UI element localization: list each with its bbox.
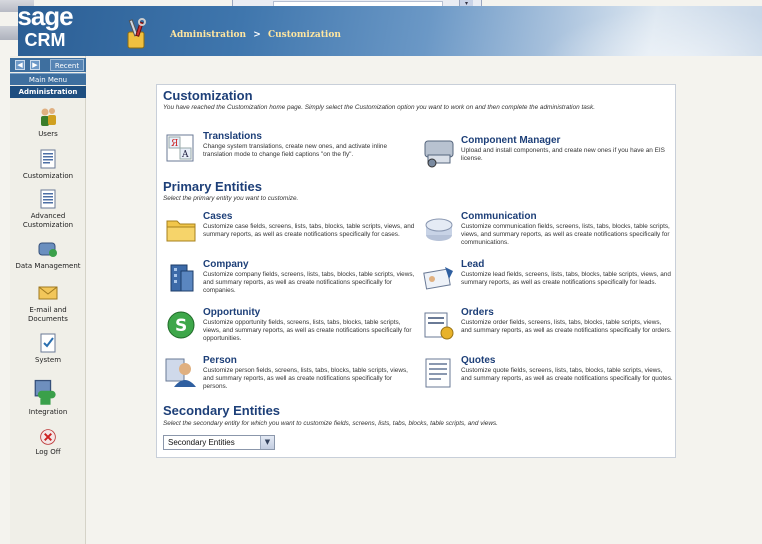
customization-icon [40, 149, 56, 169]
translations-title[interactable]: Translations [203, 131, 262, 142]
sidebar-item-data-management[interactable]: Data Management [10, 238, 86, 271]
right-arrow-icon[interactable]: ▶ [30, 60, 40, 70]
advanced-customization-icon [40, 189, 56, 209]
tools-icon [127, 18, 146, 49]
entity-title[interactable]: Cases [203, 211, 232, 222]
logoff-icon [40, 429, 56, 445]
sidebar-item-label: Advanced Customization [22, 212, 74, 229]
entity-desc: Customize order fields, screens, lists, … [461, 319, 672, 334]
header-sheen [538, 6, 762, 56]
svg-text:Я: Я [171, 139, 178, 149]
sidebar-item-customization[interactable]: Customization [10, 148, 86, 181]
users-icon [41, 108, 56, 126]
entity-desc: Customize lead fields, screens, lists, t… [461, 271, 671, 286]
secondary-entities-value: Secondary Entities [168, 438, 235, 447]
breadcrumb-administration[interactable]: Administration [170, 30, 246, 40]
sidebar-item-advanced-customization[interactable]: Advanced Customization [10, 188, 86, 230]
header-bar: Administration > Customization [18, 6, 762, 56]
component-manager-icon [424, 140, 454, 168]
sidebar-item-label: Log Off [35, 448, 61, 456]
quotes-icon [425, 358, 451, 388]
communication-icon [425, 218, 453, 241]
customization-heading: Customization [163, 88, 253, 103]
integration-icon [34, 379, 56, 405]
entity-desc: Customize communication fields, screens,… [461, 223, 670, 246]
sidebar-item-logoff[interactable]: Log Off [10, 428, 86, 457]
component-manager-title[interactable]: Component Manager [461, 135, 560, 146]
primary-entities-heading: Primary Entities [163, 179, 262, 194]
administration-button[interactable]: Administration [10, 86, 86, 98]
sidebar-item-label: E-mail and Documents [28, 306, 68, 323]
nav-row: ◀ ▶ Recent [10, 58, 86, 72]
sidebar: ◀ ▶ Recent Main Menu Administration User… [10, 56, 86, 544]
entity-title[interactable]: Quotes [461, 355, 495, 366]
sidebar-item-label: Data Management [15, 262, 81, 270]
entity-title[interactable]: Company [203, 259, 249, 270]
entity-title[interactable]: Opportunity [203, 307, 260, 318]
cases-folder-icon [166, 220, 196, 242]
component-manager-desc: Upload and install components, and creat… [461, 147, 665, 162]
customization-intro: You have reached the Customization home … [163, 104, 595, 111]
entity-title[interactable]: Communication [461, 211, 537, 222]
entity-title[interactable]: Orders [461, 307, 494, 318]
entity-desc: Customize opportunity fields, screens, l… [203, 319, 412, 342]
recent-button[interactable]: Recent [50, 59, 84, 71]
system-icon [40, 333, 56, 353]
sidebar-item-system[interactable]: System [10, 332, 86, 365]
svg-text:S: S [175, 316, 187, 336]
opportunity-dollar-icon: S [167, 311, 195, 339]
main-menu-button[interactable]: Main Menu [10, 73, 86, 85]
breadcrumb-customization[interactable]: Customization [268, 30, 341, 40]
svg-text:A: A [181, 150, 189, 160]
customization-panel: Customization You have reached the Custo… [156, 84, 676, 458]
sidebar-item-email[interactable]: E-mail and Documents [10, 282, 86, 324]
entity-desc: Customize person fields, screens, lists,… [203, 367, 408, 390]
sidebar-item-users[interactable]: Users [10, 106, 86, 139]
company-building-icon [170, 264, 194, 292]
sidebar-item-label: System [34, 356, 62, 364]
lead-card-icon [423, 267, 453, 290]
translations-desc: Change system translations, create new o… [203, 143, 388, 158]
sidebar-item-label: Integration [28, 408, 68, 416]
sidebar-item-label: Customization [22, 172, 74, 180]
primary-entities-intro: Select the primary entity you want to cu… [163, 195, 299, 202]
entity-title[interactable]: Person [203, 355, 237, 366]
logo-crm-text: CRM [24, 30, 66, 50]
breadcrumb: Administration > Customization [170, 30, 341, 40]
secondary-entities-select[interactable]: Secondary Entities ▼ [163, 435, 275, 450]
entity-title[interactable]: Lead [461, 259, 484, 270]
logo-sage-text: sage [17, 1, 73, 31]
email-icon [38, 286, 58, 300]
entity-desc: Customize case fields, screens, lists, t… [203, 223, 415, 238]
chevron-down-icon[interactable]: ▼ [260, 436, 274, 449]
sidebar-item-integration[interactable]: Integration [10, 378, 86, 417]
entity-desc: Customize company fields, screens, lists… [203, 271, 415, 294]
secondary-entities-heading: Secondary Entities [163, 403, 281, 418]
person-icon [165, 358, 196, 387]
crm-window: ▾ Administration > Customization sage CR… [0, 0, 762, 544]
data-management-icon [38, 242, 57, 257]
breadcrumb-separator: > [253, 30, 261, 40]
entity-desc: Customize quote fields, screens, lists, … [461, 367, 673, 382]
translations-icon: Я A [166, 134, 194, 162]
orders-icon [424, 312, 454, 340]
left-arrow-icon[interactable]: ◀ [15, 60, 25, 70]
sidebar-item-label: Users [38, 130, 58, 138]
secondary-entities-intro: Select the secondary entity for which yo… [163, 420, 498, 427]
